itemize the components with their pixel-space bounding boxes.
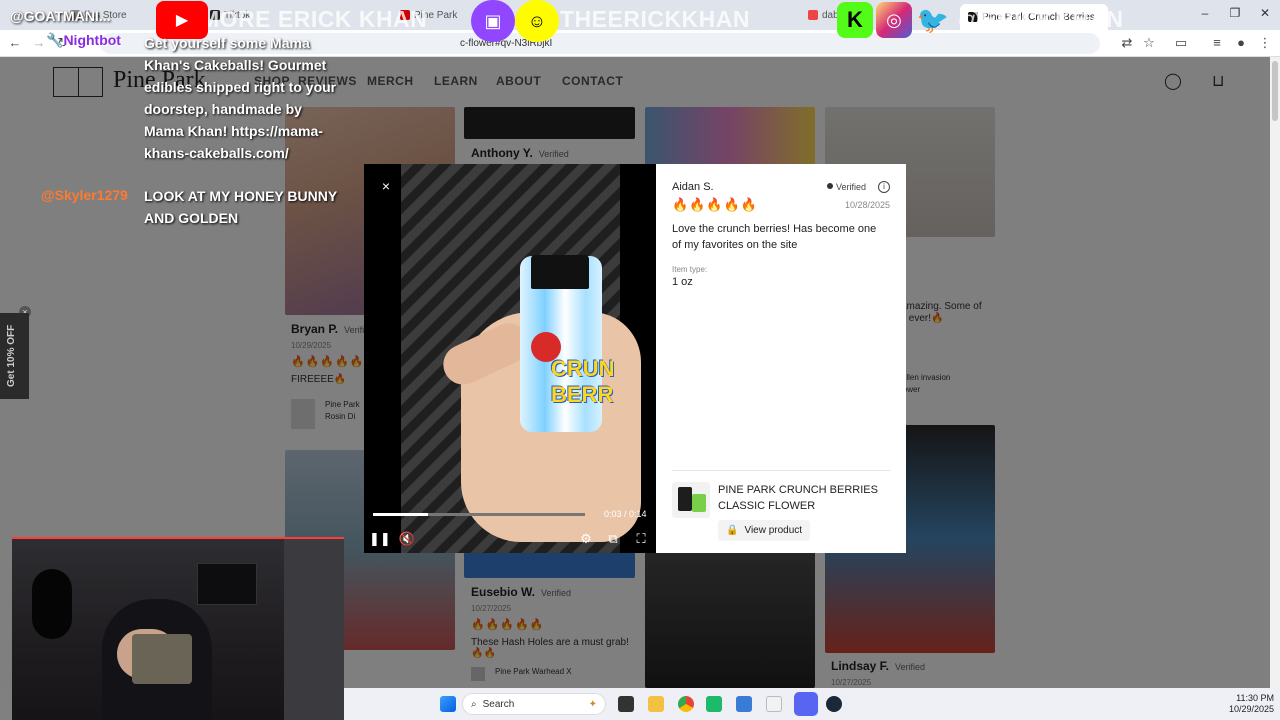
- discount-side-tab[interactable]: Get 10% OFF: [0, 313, 29, 399]
- video-current-time: 0:03: [604, 509, 622, 519]
- webcam-tv: [197, 563, 257, 605]
- verified-badge: Verified: [827, 182, 866, 192]
- wrench-icon: 🔧: [46, 32, 64, 48]
- search-highlight-icon: ✦: [588, 698, 597, 710]
- overlay-banner-text: @ERICKKHAN: [958, 6, 1124, 32]
- app-icon[interactable]: [706, 696, 722, 712]
- video-progress-fill: [373, 513, 429, 516]
- discord-icon[interactable]: [794, 692, 818, 716]
- overlay-handle: @GOATMANI...: [10, 8, 111, 24]
- review-date: 10/28/2025: [845, 200, 891, 210]
- overlay-banner-text: MORE ERICK KHAN: [200, 6, 428, 32]
- clock-time: 11:30 PM: [1236, 693, 1274, 703]
- translate-icon[interactable]: ⇄: [1118, 35, 1136, 51]
- webcam-door: [284, 539, 344, 720]
- review-modal: CRUN BERR × 0:03 / 0:14 ❚❚ 🔇 ⚙ ⧉ ⛶ Aidan…: [364, 164, 906, 553]
- bookmark-star-icon[interactable]: ☆: [1140, 35, 1158, 51]
- instagram-icon: ◎: [876, 2, 912, 38]
- settings-gear-icon[interactable]: ⚙: [577, 531, 595, 547]
- video-duration: 0:14: [629, 509, 647, 519]
- twitch-icon: ▣: [471, 0, 515, 42]
- item-type-label: Item type:: [672, 265, 708, 274]
- product-name[interactable]: PINE PARK CRUNCH BERRIES CLASSIC FLOWER: [718, 482, 888, 514]
- file-explorer-icon[interactable]: [648, 696, 664, 712]
- snapchat-icon: ☺: [515, 0, 559, 42]
- pause-icon[interactable]: ❚❚: [369, 531, 391, 547]
- close-window-icon[interactable]: ✕: [1250, 6, 1280, 20]
- view-product-label: View product: [744, 525, 803, 536]
- chat-username-text: Nightbot: [63, 32, 121, 48]
- task-view-icon[interactable]: [618, 696, 634, 712]
- clock-date: 10/29/2025: [1228, 704, 1274, 714]
- item-type-value: 1 oz: [672, 276, 693, 288]
- info-icon[interactable]: i: [878, 181, 890, 193]
- picture-in-picture-icon[interactable]: ⧉: [604, 531, 622, 547]
- itunes-icon[interactable]: [766, 696, 782, 712]
- media-icon[interactable]: ≡: [1208, 35, 1226, 50]
- video-time: 0:03 / 0:14: [604, 509, 647, 519]
- tab-favicon-icon: [808, 10, 818, 20]
- review-rating: 🔥🔥🔥🔥🔥: [672, 197, 758, 212]
- steam-icon[interactable]: [826, 696, 842, 712]
- microphone-image: [32, 569, 72, 639]
- skateboard-image: [132, 634, 192, 684]
- product-thumbnail[interactable]: [672, 482, 710, 518]
- view-product-button[interactable]: 🔒 View product: [718, 520, 811, 541]
- reviewer-name: Aidan S.: [672, 181, 714, 193]
- minimize-icon[interactable]: –: [1190, 6, 1220, 20]
- page-scrollbar[interactable]: [1270, 57, 1280, 688]
- chat-message: Get yourself some Mama Khan's Cakeballs!…: [144, 35, 337, 161]
- verified-label: Verified: [836, 182, 867, 192]
- profile-icon[interactable]: ●: [1232, 35, 1250, 50]
- windows-start-icon[interactable]: [440, 696, 456, 712]
- review-body: Love the crunch berries! Has become one …: [672, 223, 877, 251]
- kick-icon: K: [837, 2, 873, 38]
- search-icon: ⌕: [471, 698, 477, 710]
- scrollbar-thumb[interactable]: [1272, 61, 1278, 121]
- webcam-feed: [12, 537, 344, 720]
- video-progress-bar[interactable]: [373, 513, 585, 516]
- twitter-icon: 🐦: [916, 4, 950, 35]
- menu-icon[interactable]: ⋮: [1256, 35, 1274, 51]
- fullscreen-icon[interactable]: ⛶: [632, 531, 650, 547]
- jar-label: CRUN BERR: [551, 356, 615, 407]
- chat-username: 🔧Nightbot: [46, 32, 121, 49]
- chat-message: LOOK AT MY HONEY BUNNY AND GOLDEN: [144, 188, 337, 226]
- windows-taskbar: ⌕ Search ✦ 11:30 PM 10/29/2025: [344, 688, 1280, 720]
- mail-icon[interactable]: [736, 696, 752, 712]
- taskbar-clock[interactable]: 11:30 PM 10/29/2025: [1214, 693, 1274, 715]
- maximize-icon[interactable]: ❐: [1220, 6, 1250, 20]
- sidepanel-icon[interactable]: ▭: [1172, 35, 1190, 51]
- bag-icon: 🔒: [726, 525, 739, 536]
- video-frame: CRUN BERR: [401, 164, 641, 553]
- mute-icon[interactable]: 🔇: [398, 531, 416, 547]
- review-details: Aidan S. Verified i 🔥🔥🔥🔥🔥 10/28/2025 Lov…: [656, 164, 906, 553]
- chat-username: @Skyler1279: [41, 187, 128, 203]
- review-video-player[interactable]: CRUN BERR × 0:03 / 0:14 ❚❚ 🔇 ⚙ ⧉ ⛶: [364, 164, 656, 553]
- back-icon[interactable]: ←: [6, 35, 24, 50]
- taskbar-search[interactable]: ⌕ Search ✦: [462, 693, 606, 715]
- verified-check-icon: [827, 183, 833, 189]
- chrome-icon[interactable]: [678, 696, 694, 712]
- taskbar-search-label: Search: [482, 698, 515, 710]
- close-modal-button[interactable]: ×: [378, 178, 394, 194]
- overlay-banner-text: THEERICKKHAN: [560, 6, 750, 32]
- jar-lid-image: [531, 255, 589, 289]
- divider: [672, 470, 890, 471]
